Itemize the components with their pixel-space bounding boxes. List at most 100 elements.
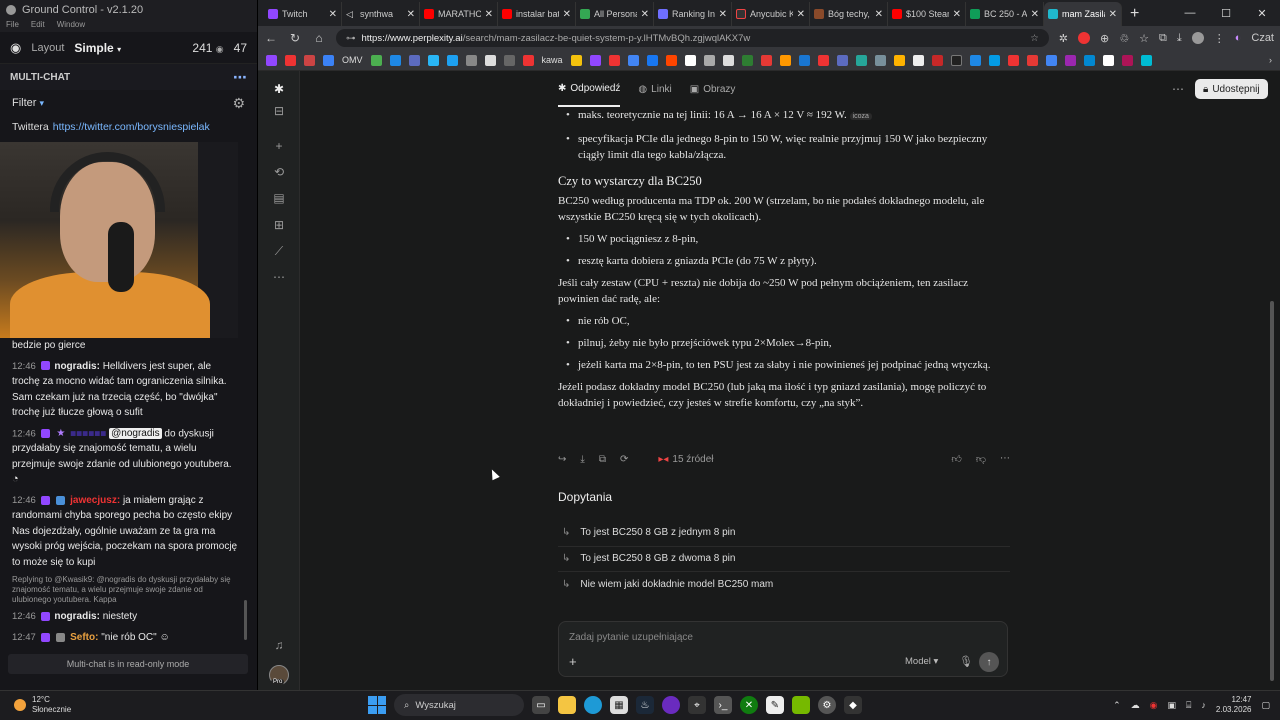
- bookmark-icon[interactable]: [722, 54, 734, 66]
- bookmark-icon[interactable]: [627, 54, 639, 66]
- bookmark-icon[interactable]: [285, 54, 296, 66]
- steam-icon[interactable]: ♨: [636, 696, 654, 714]
- site-info-icon[interactable]: ⊶: [346, 33, 356, 44]
- browser-tab[interactable]: Ranking Influ✕: [654, 2, 732, 26]
- bookmark-icon[interactable]: [817, 54, 829, 66]
- close-icon[interactable]: ✕: [1109, 9, 1117, 20]
- bookmark-icon[interactable]: [950, 54, 962, 66]
- browser-menu-icon[interactable]: ⋮: [1214, 32, 1225, 45]
- chevron-right-icon[interactable]: ›: [1269, 55, 1272, 65]
- bookmark-icon[interactable]: [836, 54, 848, 66]
- xbox-icon[interactable]: ✕: [740, 696, 758, 714]
- tab-answer[interactable]: ✱ Odpowiedź: [558, 71, 621, 107]
- bookmark-icon[interactable]: [446, 54, 458, 66]
- file-explorer-icon[interactable]: [558, 696, 576, 714]
- bookmark-icon[interactable]: [931, 54, 943, 66]
- twitter-link[interactable]: https://twitter.com/borysniespielak: [53, 121, 210, 133]
- close-icon[interactable]: ✕: [407, 9, 415, 20]
- bookmark-icon[interactable]: [1026, 54, 1038, 66]
- close-icon[interactable]: ✕: [719, 9, 727, 20]
- chat-scrollbar[interactable]: [244, 600, 247, 640]
- share-arrow-icon[interactable]: ↪: [558, 454, 566, 465]
- bookmark-icon[interactable]: [1121, 54, 1133, 66]
- followup-item[interactable]: ↳ To jest BC250 8 GB z dwoma 8 pin: [558, 545, 1010, 572]
- close-icon[interactable]: ✕: [797, 9, 805, 20]
- speaker-icon[interactable]: ◁: [346, 9, 356, 19]
- bookmark-omv[interactable]: OMV: [342, 55, 363, 65]
- copilot-icon[interactable]: ◐: [1235, 32, 1242, 44]
- bookmark-icon[interactable]: [988, 54, 1000, 66]
- browser-tab-active[interactable]: mam Zasilac✕: [1044, 2, 1122, 26]
- bookmark-icon[interactable]: [1083, 54, 1095, 66]
- thumbs-down-icon[interactable]: 👎︎: [976, 453, 986, 465]
- close-icon[interactable]: ✕: [1031, 9, 1039, 20]
- obs-icon[interactable]: [662, 696, 680, 714]
- close-icon[interactable]: ✕: [329, 9, 337, 20]
- new-thread-icon[interactable]: ⊟: [271, 103, 287, 119]
- notifications-icon[interactable]: ▢: [1261, 700, 1270, 711]
- close-icon[interactable]: ✕: [641, 9, 649, 20]
- followup-item[interactable]: ↳ Nie wiem jaki dokładnie model BC250 mam: [558, 571, 1010, 597]
- maps-icon[interactable]: ⌖: [688, 696, 706, 714]
- bookmark-icon[interactable]: [465, 54, 477, 66]
- bookmark-icon[interactable]: [1007, 54, 1019, 66]
- gear-icon[interactable]: ⚙: [232, 95, 245, 112]
- tab-links[interactable]: ◍ Linki: [638, 71, 671, 107]
- extension-icon[interactable]: ⤓: [1177, 32, 1182, 45]
- bookmark-icon[interactable]: [665, 54, 677, 66]
- chat-username[interactable]: Sefto:: [70, 632, 98, 643]
- bookmark-icon[interactable]: [1045, 54, 1057, 66]
- bookmark-icon[interactable]: [779, 54, 791, 66]
- browser-tab[interactable]: Anycubic Kob✕: [732, 2, 810, 26]
- network-icon[interactable]: ⌸: [1186, 700, 1191, 711]
- browser-tab[interactable]: MARATHON✕: [420, 2, 498, 26]
- tray-app-icon[interactable]: ◉: [1150, 700, 1158, 711]
- more-options-icon[interactable]: ⋯: [1172, 82, 1184, 96]
- close-window-button[interactable]: ✕: [1244, 7, 1280, 20]
- bookmark-icon[interactable]: [703, 54, 715, 66]
- home-icon[interactable]: ⌂: [312, 31, 326, 45]
- bookmark-icon[interactable]: [323, 54, 334, 66]
- gc-menu-file[interactable]: File: [6, 20, 19, 32]
- nvidia-icon[interactable]: [792, 696, 810, 714]
- calendar-icon[interactable]: ▦: [610, 696, 628, 714]
- chat-app-icon[interactable]: ✎: [766, 696, 784, 714]
- close-icon[interactable]: ✕: [953, 9, 961, 20]
- more-menu-icon[interactable]: ⋯: [233, 69, 247, 86]
- bookmark-icon[interactable]: [893, 54, 905, 66]
- minimize-button[interactable]: —: [1172, 7, 1208, 19]
- chevron-up-icon[interactable]: ⌃: [1113, 700, 1121, 711]
- export-icon[interactable]: ⤓: [580, 454, 584, 465]
- chat-username[interactable]: nogradis:: [54, 611, 100, 622]
- bookmark-icon[interactable]: [741, 54, 753, 66]
- spaces-icon[interactable]: ⊞: [271, 217, 287, 233]
- perplexity-logo-icon[interactable]: ✱: [271, 81, 287, 97]
- extension-icon[interactable]: ⧉: [1159, 32, 1167, 45]
- url-input[interactable]: ⊶ https://www.perplexity.ai/search/mam-z…: [336, 29, 1049, 47]
- extension-icon[interactable]: ⊕: [1100, 32, 1109, 45]
- bookmark-icon[interactable]: [969, 54, 981, 66]
- taskbar-search[interactable]: ⌕ Wyszukaj: [394, 694, 524, 716]
- browser-tab[interactable]: Bóg techy, b✕: [810, 2, 888, 26]
- notification-bell-icon[interactable]: ♫: [271, 637, 287, 653]
- extension-icon[interactable]: ♲: [1119, 32, 1129, 45]
- user-icon[interactable]: ◉: [10, 40, 21, 56]
- bookmark-icon[interactable]: [760, 54, 772, 66]
- bookmark-icon[interactable]: [798, 54, 810, 66]
- bookmark-icon[interactable]: [589, 54, 601, 66]
- send-button[interactable]: ↑: [979, 652, 999, 672]
- bookmark-icon[interactable]: [484, 54, 496, 66]
- new-tab-button[interactable]: +: [1122, 2, 1147, 26]
- close-icon[interactable]: ✕: [875, 9, 883, 20]
- bookmark-icon[interactable]: [304, 54, 315, 66]
- bookmark-icon[interactable]: [408, 54, 420, 66]
- more-icon[interactable]: ⋯: [1000, 453, 1010, 465]
- bookmark-icon[interactable]: [1102, 54, 1114, 66]
- layout-select[interactable]: Simple ▾: [74, 41, 121, 55]
- model-select[interactable]: Model ▾: [905, 656, 938, 667]
- browser-tab[interactable]: Twitch ✕: [264, 2, 342, 26]
- browser-tab[interactable]: BC 250 - Arki✕: [966, 2, 1044, 26]
- bookmark-icon[interactable]: [608, 54, 620, 66]
- bookmark-kawa[interactable]: kawa: [542, 55, 563, 65]
- bookmark-icon[interactable]: [389, 54, 401, 66]
